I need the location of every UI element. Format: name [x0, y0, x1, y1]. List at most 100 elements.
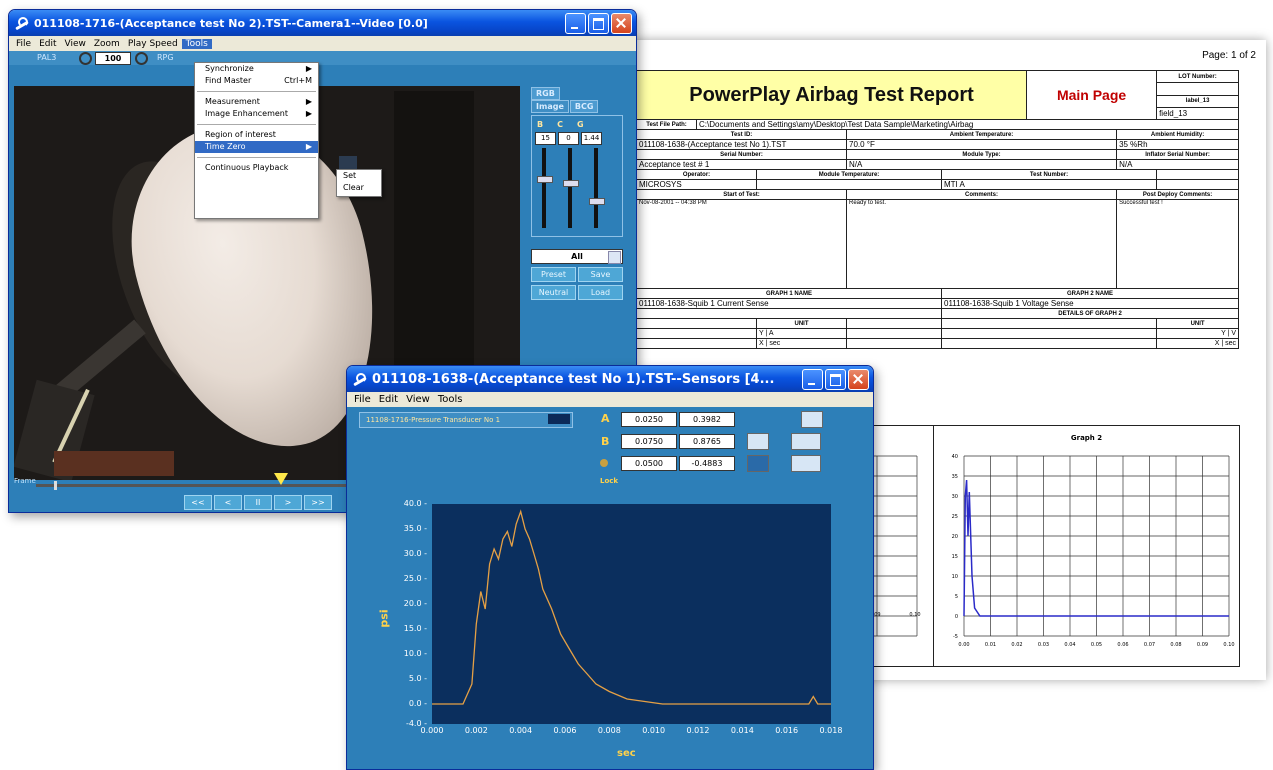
label-field: label_13 — [1156, 94, 1240, 108]
menu-item-time-zero[interactable]: Time Zero ▶ — [195, 141, 318, 153]
contrast-slider[interactable] — [563, 148, 579, 228]
graph2-x-tick-label: 0.07 — [1144, 642, 1155, 648]
menu-item-measurement[interactable]: Measurement ▶ — [195, 96, 318, 108]
tools-dropdown-menu: Synchronize ▶ Find Master Ctrl+M Measureme… — [194, 62, 319, 219]
menu-item-image-enhancement[interactable]: Image Enhancement ▶ — [195, 108, 318, 120]
menu-separator — [197, 91, 316, 92]
menu-item-find-master[interactable]: Find Master Ctrl+M — [195, 75, 318, 87]
axis-x: X — [1214, 340, 1220, 347]
module-type-label: Module Type: — [845, 149, 1118, 160]
maximize-button[interactable] — [588, 13, 609, 34]
test-file-path-label: Test File Path: — [636, 119, 697, 130]
x-scale-icon[interactable] — [791, 433, 821, 450]
cursor-b-x[interactable]: 0.0750 — [621, 434, 677, 449]
gamma-slider[interactable] — [589, 148, 605, 228]
menu-item-continuous-playback[interactable]: Continuous Playback — [195, 162, 318, 174]
menu-tools[interactable]: Tools — [434, 394, 467, 405]
y-scale-icon[interactable] — [791, 455, 821, 472]
menu-edit[interactable]: Edit — [375, 394, 402, 405]
crosshair-icon[interactable] — [779, 411, 799, 426]
cursor-a-y[interactable]: 0.3982 — [679, 412, 735, 427]
menu-view[interactable]: View — [61, 39, 90, 49]
sensors-window[interactable]: 011108-1638-(Acceptance test No 1).TST--… — [346, 365, 874, 770]
gamma-value[interactable]: 1.44 — [581, 132, 602, 145]
slider-handle[interactable] — [563, 180, 579, 187]
frame-slider-handle[interactable] — [274, 473, 288, 485]
channel-select-value: All — [571, 252, 583, 261]
x-tick-label: 0.004 — [509, 726, 533, 735]
neutral-button[interactable]: Neutral — [531, 285, 576, 300]
submenu-arrow-icon: ▶ — [305, 97, 312, 106]
x-tick-label: 0.010 — [642, 726, 666, 735]
maximize-button[interactable] — [825, 369, 846, 390]
unit-sec: sec — [1225, 340, 1237, 347]
menu-file[interactable]: File — [12, 39, 35, 49]
zoom-icon[interactable] — [801, 411, 823, 428]
preset-button[interactable]: Preset — [531, 267, 576, 282]
tab-bcg[interactable]: BCG — [569, 100, 599, 113]
submenu-item-set[interactable]: Set — [337, 170, 381, 182]
chevron-down-icon[interactable] — [608, 251, 621, 264]
submenu-item-clear[interactable]: Clear — [337, 182, 381, 194]
graph2-y-tick-label: 40 — [952, 454, 958, 460]
pause-button[interactable]: II — [244, 495, 272, 510]
test-id-label: Test ID: — [636, 129, 847, 140]
video-titlebar[interactable]: 011108-1716-(Acceptance test No 2).TST--… — [9, 10, 636, 36]
menu-item-label: Time Zero — [205, 142, 246, 151]
cursor-move-icon[interactable] — [747, 433, 769, 450]
axis-y: Y — [759, 330, 764, 337]
close-button[interactable] — [848, 369, 869, 390]
delta-x[interactable]: 0.0500 — [621, 456, 677, 471]
pan-hand-icon[interactable] — [823, 411, 843, 426]
comments-label: Comments: — [845, 189, 1118, 200]
sensors-titlebar[interactable]: 011108-1638-(Acceptance test No 1).TST--… — [347, 366, 873, 392]
blank-cell — [846, 318, 942, 329]
y-tick-label: 10.0 - — [403, 649, 427, 658]
menu-play-speed[interactable]: Play Speed — [124, 39, 182, 49]
close-button[interactable] — [611, 13, 632, 34]
cursor-move-icon[interactable] — [747, 455, 769, 472]
tab-rgb[interactable]: RGB — [531, 87, 560, 100]
tab-image[interactable]: Image — [531, 100, 569, 113]
brightness-value[interactable]: 15 — [535, 132, 556, 145]
channel-select[interactable]: All — [531, 249, 623, 264]
axis-y: Y — [1221, 330, 1226, 337]
serial-number-value: Acceptance test # 1 — [636, 159, 847, 170]
menu-item-synchronize[interactable]: Synchronize ▶ — [195, 63, 318, 75]
menu-item-region-of-interest[interactable]: Region of interest — [195, 129, 318, 141]
slider-handle[interactable] — [589, 198, 605, 205]
cursor-b-y[interactable]: 0.8765 — [679, 434, 735, 449]
zoom-in-icon[interactable] — [135, 52, 148, 65]
menu-file[interactable]: File — [350, 394, 375, 405]
menu-edit[interactable]: Edit — [35, 39, 60, 49]
transport-controls: << < II > >> — [184, 495, 332, 510]
fast-forward-button[interactable]: >> — [304, 495, 332, 510]
blank-cell — [1156, 169, 1240, 180]
delta-y[interactable]: -0.4883 — [679, 456, 735, 471]
x-tick-label: 0.002 — [464, 726, 488, 735]
brightness-slider[interactable] — [537, 148, 553, 228]
rewind-button[interactable]: << — [184, 495, 212, 510]
minimize-button[interactable] — [802, 369, 823, 390]
graph2-unit-label: UNIT — [1156, 318, 1240, 329]
step-forward-button[interactable]: > — [274, 495, 302, 510]
lock-icon[interactable] — [600, 459, 608, 467]
load-button[interactable]: Load — [578, 285, 623, 300]
cursor-a-x[interactable]: 0.0250 — [621, 412, 677, 427]
channel-selector[interactable]: 11108-1716-Pressure Transducer No 1 — [359, 412, 573, 428]
menu-tools[interactable]: Tools — [181, 38, 212, 49]
slider-handle[interactable] — [537, 176, 553, 183]
zoom-value[interactable]: 100 — [95, 52, 131, 65]
serial-number-label: Serial Number: — [636, 149, 847, 160]
step-back-button[interactable]: < — [214, 495, 242, 510]
minimize-button[interactable] — [565, 13, 586, 34]
frame-track[interactable] — [36, 484, 366, 487]
zoom-out-icon[interactable] — [79, 52, 92, 65]
graph2-title: Graph 2 — [1070, 434, 1103, 442]
menu-zoom[interactable]: Zoom — [90, 39, 124, 49]
inflator-serial-label: Inflator Serial Number: — [1116, 149, 1240, 160]
menu-view[interactable]: View — [402, 394, 434, 405]
contrast-value[interactable]: 0 — [558, 132, 579, 145]
pressure-plot[interactable] — [432, 504, 831, 724]
save-button[interactable]: Save — [578, 267, 623, 282]
